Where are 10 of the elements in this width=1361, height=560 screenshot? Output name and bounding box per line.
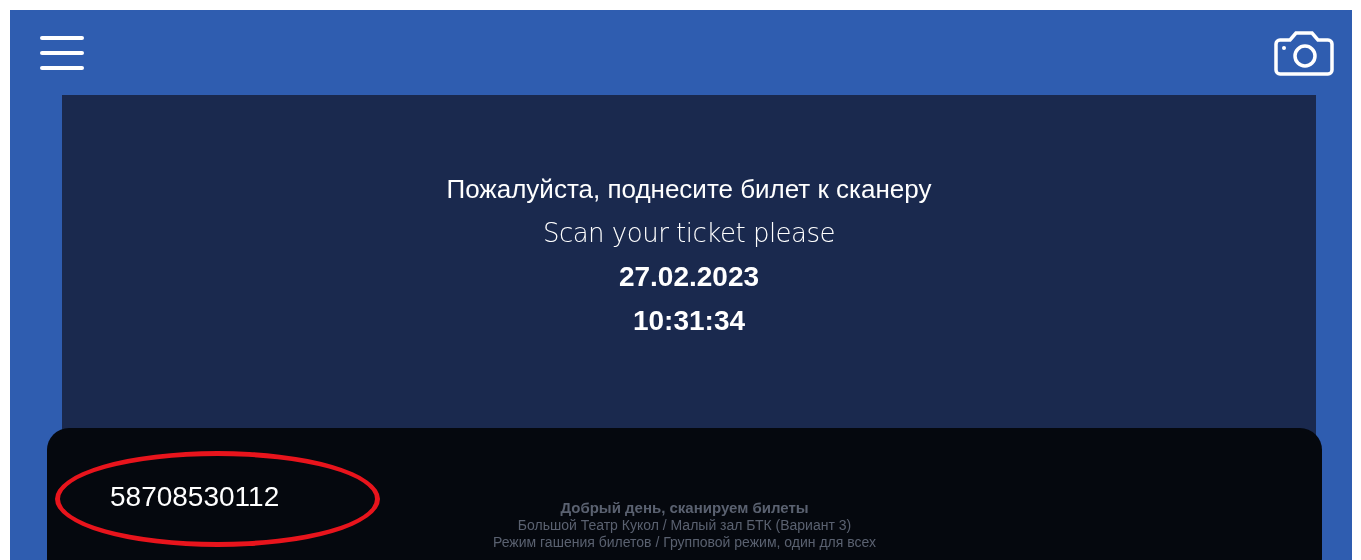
instruction-text: Пожалуйста, поднесите билет к сканеру bbox=[446, 173, 932, 206]
date-text: 27.02.2023 bbox=[618, 260, 760, 294]
menu-icon[interactable] bbox=[40, 34, 84, 71]
camera-icon[interactable] bbox=[1274, 29, 1336, 76]
instruction-text: Scan your ticket please bbox=[542, 217, 836, 250]
venue-text: Большой Театр Кукол / Малый зал БТК (Вариант 3) bbox=[517, 517, 852, 534]
mode-text: Режим гашения билетов / Групповой режим, один для всех bbox=[493, 534, 876, 551]
greeting-text: Добрый день, сканируем билеты bbox=[560, 499, 809, 517]
ticket-code: 58708530112 bbox=[110, 481, 280, 513]
time-text: 10:31:34 bbox=[632, 304, 746, 338]
